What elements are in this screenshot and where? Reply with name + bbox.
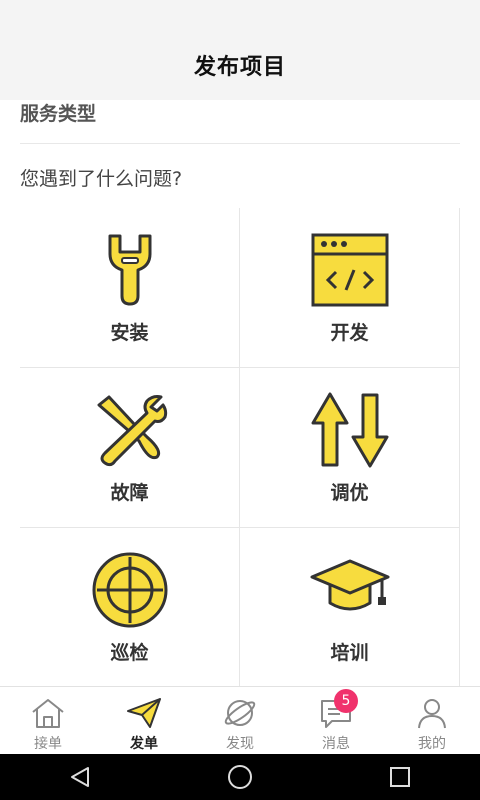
recents-button[interactable] bbox=[370, 754, 430, 800]
tab-label: 发单 bbox=[130, 736, 158, 752]
service-label: 开发 bbox=[330, 322, 369, 344]
tab-profile[interactable]: 我的 bbox=[384, 687, 480, 755]
page-title: 发布项目 bbox=[193, 55, 286, 80]
service-tuning[interactable]: 调优 bbox=[240, 368, 460, 528]
tab-label: 我的 bbox=[418, 736, 446, 752]
back-triangle-icon bbox=[71, 767, 89, 787]
header: 发布项目 bbox=[0, 30, 480, 100]
home-circle-icon bbox=[228, 765, 252, 789]
section-title: 服务类型 bbox=[20, 100, 460, 144]
tab-publish[interactable]: 发单 bbox=[96, 687, 192, 755]
service-label: 巡检 bbox=[110, 642, 149, 664]
service-develop[interactable]: 开发 bbox=[240, 208, 460, 368]
tab-messages[interactable]: 5 消息 bbox=[288, 687, 384, 755]
service-install[interactable]: 安装 bbox=[20, 208, 240, 368]
service-label: 培训 bbox=[330, 642, 369, 664]
service-fault[interactable]: 故障 bbox=[20, 368, 240, 528]
service-grid: 安装 开发 故障 调优 巡检 培训 bbox=[20, 208, 460, 688]
back-button[interactable] bbox=[50, 754, 110, 800]
recents-square-icon bbox=[390, 767, 410, 787]
crosshair-icon bbox=[88, 550, 172, 630]
code-window-icon bbox=[308, 230, 392, 310]
service-label: 调优 bbox=[330, 482, 369, 504]
paper-plane-icon bbox=[124, 695, 164, 731]
user-icon bbox=[412, 695, 452, 731]
service-label: 安装 bbox=[110, 322, 149, 344]
up-down-arrows-icon bbox=[308, 390, 392, 470]
bottom-tab-bar: 接单 发单 发现 5 消息 我的 bbox=[0, 686, 480, 755]
tab-label: 消息 bbox=[322, 736, 350, 752]
system-nav-bar bbox=[0, 754, 480, 800]
graduation-cap-icon bbox=[308, 550, 392, 630]
service-inspect[interactable]: 巡检 bbox=[20, 528, 240, 688]
home-icon bbox=[28, 695, 68, 731]
service-training[interactable]: 培训 bbox=[240, 528, 460, 688]
tools-icon bbox=[88, 390, 172, 470]
tab-label: 发现 bbox=[226, 736, 254, 752]
tab-discover[interactable]: 发现 bbox=[192, 687, 288, 755]
question-text: 您遇到了什么问题? bbox=[20, 168, 183, 190]
wrench-icon bbox=[88, 230, 172, 310]
planet-icon bbox=[220, 695, 260, 731]
status-bar bbox=[0, 0, 480, 30]
service-label: 故障 bbox=[110, 482, 149, 504]
unread-badge: 5 bbox=[334, 689, 358, 713]
tab-label: 接单 bbox=[34, 736, 62, 752]
home-button[interactable] bbox=[210, 754, 270, 800]
tab-orders[interactable]: 接单 bbox=[0, 687, 96, 755]
